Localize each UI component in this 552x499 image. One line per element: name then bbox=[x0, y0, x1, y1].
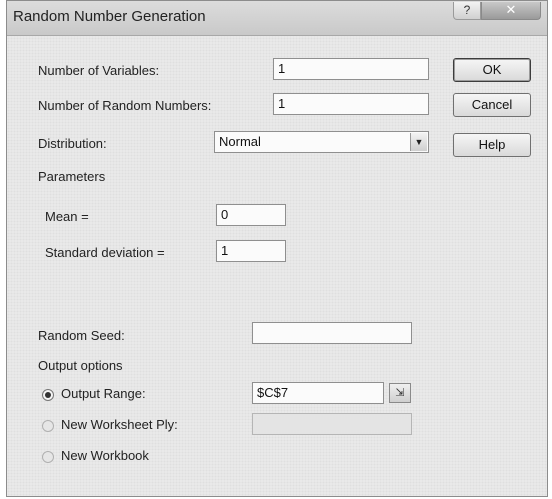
cancel-button[interactable]: Cancel bbox=[453, 93, 531, 117]
mean-label: Mean = bbox=[45, 209, 89, 224]
collapse-dialog-button[interactable]: ⇲ bbox=[389, 383, 411, 403]
ok-button[interactable]: OK bbox=[453, 58, 531, 82]
dialog-title: Random Number Generation bbox=[13, 8, 206, 25]
mean-input[interactable]: 0 bbox=[216, 204, 286, 226]
num-variables-label: Number of Variables: bbox=[38, 63, 160, 78]
num-random-numbers-label: Number of Random Numbers: bbox=[38, 98, 212, 113]
new-worksheet-ply-input[interactable] bbox=[252, 413, 412, 435]
distribution-value: Normal bbox=[219, 134, 261, 149]
title-help-button[interactable]: ? bbox=[453, 2, 481, 20]
output-options-label: Output options bbox=[38, 358, 123, 373]
output-range-radio[interactable] bbox=[42, 389, 54, 401]
output-range-label: Output Range: bbox=[61, 386, 146, 401]
output-range-input[interactable]: $C$7 bbox=[252, 382, 384, 404]
parameters-label: Parameters bbox=[38, 169, 106, 184]
chevron-down-icon[interactable]: ▼ bbox=[410, 133, 427, 151]
std-dev-input[interactable]: 1 bbox=[216, 240, 286, 262]
close-icon: ✕ bbox=[505, 2, 517, 17]
distribution-select[interactable]: Normal ▼ bbox=[214, 131, 429, 153]
title-bar: Random Number Generation ? ✕ bbox=[7, 1, 547, 36]
new-workbook-label: New Workbook bbox=[61, 448, 149, 463]
random-number-generation-dialog: Random Number Generation ? ✕ Number of V… bbox=[6, 0, 548, 497]
question-mark-icon: ? bbox=[463, 3, 471, 17]
new-worksheet-ply-label: New Worksheet Ply: bbox=[61, 417, 178, 432]
std-dev-label: Standard deviation = bbox=[45, 245, 165, 260]
new-workbook-radio[interactable] bbox=[42, 451, 54, 463]
num-variables-input[interactable]: 1 bbox=[273, 58, 429, 80]
num-random-numbers-input[interactable]: 1 bbox=[273, 93, 429, 115]
distribution-label: Distribution: bbox=[38, 136, 107, 151]
help-button[interactable]: Help bbox=[453, 133, 531, 157]
random-seed-input[interactable] bbox=[252, 322, 412, 344]
close-button[interactable]: ✕ bbox=[481, 2, 541, 20]
collapse-dialog-icon: ⇲ bbox=[395, 387, 405, 399]
new-worksheet-ply-radio[interactable] bbox=[42, 420, 54, 432]
random-seed-label: Random Seed: bbox=[38, 328, 125, 343]
